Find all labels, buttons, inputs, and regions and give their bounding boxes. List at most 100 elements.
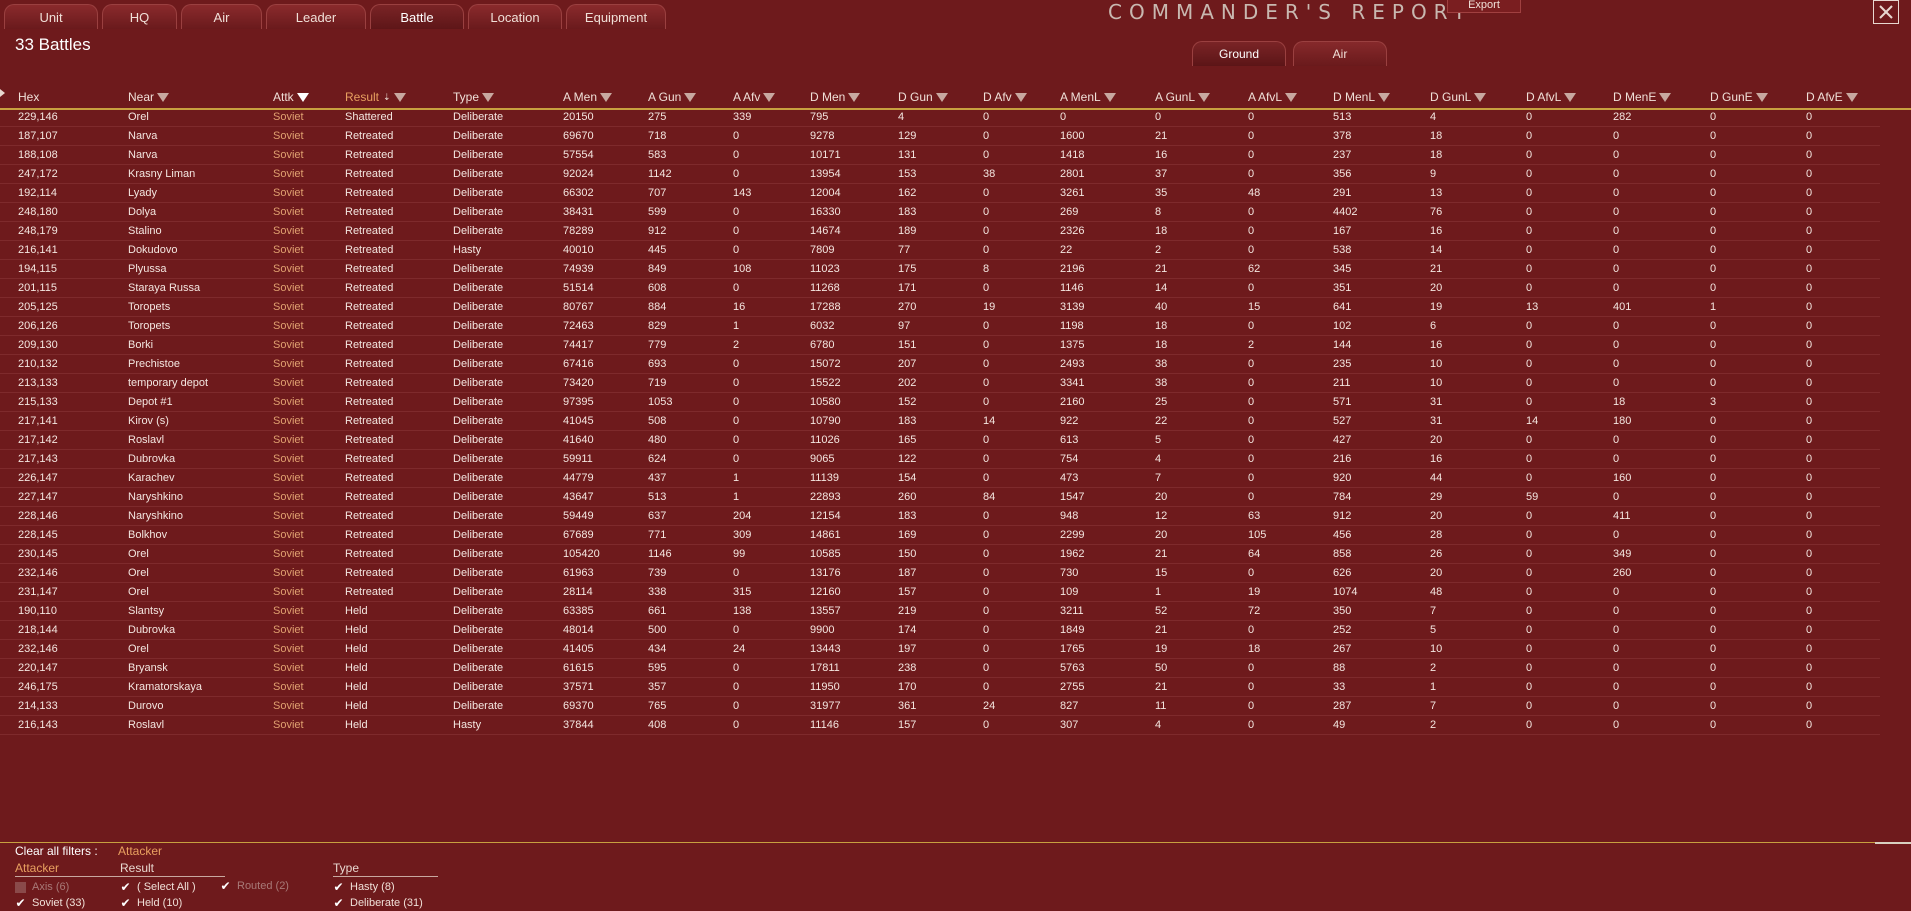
table-row[interactable]: 217,142 Roslavl Soviet Retreated Deliberate 4… [0, 430, 1880, 450]
column-header-a-menl[interactable]: A MenL [1060, 86, 1155, 108]
column-header-a-men[interactable]: A Men [563, 86, 648, 108]
filter-icon[interactable] [1755, 93, 1768, 103]
table-row[interactable]: 232,146 Orel Soviet Retreated Deliberate 6196… [0, 563, 1880, 583]
filter-icon[interactable] [1659, 93, 1672, 103]
table-row[interactable]: 230,145 Orel Soviet Retreated Deliberate 1054… [0, 544, 1880, 564]
tab-air[interactable]: Air [181, 4, 262, 29]
column-header-d-gunl[interactable]: D GunL [1430, 86, 1526, 108]
table-row[interactable]: 248,180 Dolya Soviet Retreated Deliberate 384… [0, 202, 1880, 222]
table-row[interactable]: 231,147 Orel Soviet Retreated Deliberate 2811… [0, 582, 1880, 602]
column-header-d-afve[interactable]: D AfvE [1806, 86, 1880, 108]
filter-icon[interactable] [1103, 93, 1116, 103]
table-row[interactable]: 226,147 Karachev Soviet Retreated Deliberate… [0, 468, 1880, 488]
tab-hq[interactable]: HQ [102, 4, 177, 29]
table-row[interactable]: 217,143 Dubrovka Soviet Retreated Deliberate… [0, 449, 1880, 469]
table-row[interactable]: 227,147 Naryshkino Soviet Retreated Delibera… [0, 487, 1880, 507]
table-row[interactable]: 210,132 Prechistoe Soviet Retreated Delibera… [0, 354, 1880, 374]
table-row[interactable]: 206,126 Toropets Soviet Retreated Deliberate… [0, 316, 1880, 336]
column-header-type[interactable]: Type [453, 86, 563, 108]
table-row[interactable]: 218,144 Dubrovka Soviet Held Deliberate 48014… [0, 620, 1880, 640]
tab-leader[interactable]: Leader [266, 4, 366, 29]
column-header-d-afv[interactable]: D Afv [983, 86, 1060, 108]
checkbox-checked-icon[interactable]: ✔ [333, 880, 344, 894]
table-row[interactable]: 205,125 Toropets Soviet Retreated Deliberate… [0, 297, 1880, 317]
tab-unit[interactable]: Unit [4, 4, 98, 29]
table-row[interactable]: 220,147 Bryansk Soviet Held Deliberate 61615 5… [0, 658, 1880, 678]
table-row[interactable]: 229,146 Orel Soviet Shattered Deliberate 2015… [0, 108, 1880, 127]
close-button[interactable] [1873, 0, 1899, 24]
checkbox-checked-icon[interactable]: ✔ [333, 896, 344, 910]
tab-location[interactable]: Location [468, 4, 562, 29]
subtab-ground[interactable]: Ground [1192, 41, 1286, 66]
filter-option[interactable]: ✔ Routed (2) [220, 878, 300, 894]
filter-icon[interactable] [157, 93, 170, 103]
filter-option[interactable]: ✔ Hasty (8) [333, 879, 438, 895]
filter-icon[interactable] [935, 93, 948, 103]
filter-icon[interactable] [684, 93, 697, 103]
filter-option[interactable]: ✔ Deliberate (31) [333, 895, 438, 911]
table-row[interactable]: 216,143 Roslavl Soviet Held Hasty 37844 408 0 11… [0, 715, 1880, 735]
checkbox-checked-icon[interactable]: ✔ [120, 896, 131, 910]
column-header-a-gunl[interactable]: A GunL [1155, 86, 1248, 108]
column-header-d-mene[interactable]: D MenE [1613, 86, 1710, 108]
filter-icon[interactable] [482, 93, 495, 103]
filter-icon[interactable] [763, 93, 776, 103]
column-header-d-menl[interactable]: D MenL [1333, 86, 1430, 108]
table-row[interactable]: 201,115 Staraya Russa Soviet Retreated Delib… [0, 278, 1880, 298]
filter-icon[interactable] [848, 93, 861, 103]
filter-icon[interactable] [1198, 93, 1211, 103]
filter-icon[interactable] [296, 93, 309, 103]
table-row[interactable]: 194,115 Plyussa Soviet Retreated Deliberate 7… [0, 259, 1880, 279]
table-row[interactable]: 246,175 Kramatorskaya Soviet Held Deliberate… [0, 677, 1880, 697]
table-row[interactable]: 232,146 Orel Soviet Held Deliberate 41405 434 2… [0, 639, 1880, 659]
filter-option[interactable]: Axis (6) [15, 879, 120, 895]
column-header-a-afvl[interactable]: A AfvL [1248, 86, 1333, 108]
filter-icon[interactable] [1564, 93, 1577, 103]
tab-battle[interactable]: Battle [370, 4, 464, 29]
table-row[interactable]: 192,114 Lyady Soviet Retreated Deliberate 663… [0, 183, 1880, 203]
table-row[interactable]: 228,146 Naryshkino Soviet Retreated Delibera… [0, 506, 1880, 526]
table-row[interactable]: 215,133 Depot #1 Soviet Retreated Deliberate… [0, 392, 1880, 412]
column-header-hex[interactable]: Hex [0, 86, 128, 108]
active-filter-attacker[interactable]: Attacker [118, 844, 162, 858]
filter-icon[interactable] [1474, 93, 1487, 103]
tab-equipment[interactable]: Equipment [566, 4, 666, 29]
table-row[interactable]: 247,172 Krasny Liman Soviet Retreated Delibe… [0, 164, 1880, 184]
column-header-near[interactable]: Near [128, 86, 273, 108]
sort-icon[interactable]: ⇣ [383, 92, 391, 103]
column-header-attk[interactable]: Attk [273, 86, 345, 108]
filter-icon[interactable] [1378, 93, 1391, 103]
filter-option[interactable]: ✔ ( Select All ) [120, 879, 225, 895]
column-header-a-gun[interactable]: A Gun [648, 86, 733, 108]
column-header-d-gun[interactable]: D Gun [898, 86, 983, 108]
column-header-result[interactable]: Result ⇣ [345, 86, 453, 108]
checkbox-checked-icon[interactable]: ✔ [120, 880, 131, 894]
table-row[interactable]: 217,141 Kirov (s) Soviet Retreated Deliberat… [0, 411, 1880, 431]
checkbox-unchecked-icon[interactable] [15, 881, 26, 893]
table-row[interactable]: 248,179 Stalino Soviet Retreated Deliberate 7… [0, 221, 1880, 241]
filter-icon[interactable] [393, 93, 406, 103]
table-row[interactable]: 228,145 Bolkhov Soviet Retreated Deliberate 6… [0, 525, 1880, 545]
filter-option[interactable]: ✔ Soviet (33) [15, 895, 120, 911]
export-button[interactable]: Export [1447, 0, 1521, 13]
filter-option[interactable]: ✔ Held (10) [120, 895, 225, 911]
filter-icon[interactable] [1014, 93, 1027, 103]
column-header-d-afvl[interactable]: D AfvL [1526, 86, 1613, 108]
checkbox-checked-icon[interactable]: ✔ [220, 879, 231, 893]
table-row[interactable]: 209,130 Borki Soviet Retreated Deliberate 744… [0, 335, 1880, 355]
filter-icon[interactable] [1285, 93, 1298, 103]
table-row[interactable]: 216,141 Dokudovo Soviet Retreated Hasty 40010… [0, 240, 1880, 260]
column-header-a-afv[interactable]: A Afv [733, 86, 810, 108]
table-row[interactable]: 213,133 temporary depot Soviet Retreated Del… [0, 373, 1880, 393]
subtab-air[interactable]: Air [1293, 41, 1387, 66]
table-row[interactable]: 188,108 Narva Soviet Retreated Deliberate 575… [0, 145, 1880, 165]
clear-all-filters-link[interactable]: Clear all filters : [15, 844, 98, 858]
filter-icon[interactable] [600, 93, 613, 103]
checkbox-checked-icon[interactable]: ✔ [15, 896, 26, 910]
table-row[interactable]: 187,107 Narva Soviet Retreated Deliberate 696… [0, 126, 1880, 146]
table-row[interactable]: 190,110 Slantsy Soviet Held Deliberate 63385 6… [0, 601, 1880, 621]
filter-icon[interactable] [1845, 93, 1858, 103]
column-header-d-gune[interactable]: D GunE [1710, 86, 1806, 108]
table-row[interactable]: 214,133 Durovo Soviet Held Deliberate 69370 76… [0, 696, 1880, 716]
column-header-d-men[interactable]: D Men [810, 86, 898, 108]
